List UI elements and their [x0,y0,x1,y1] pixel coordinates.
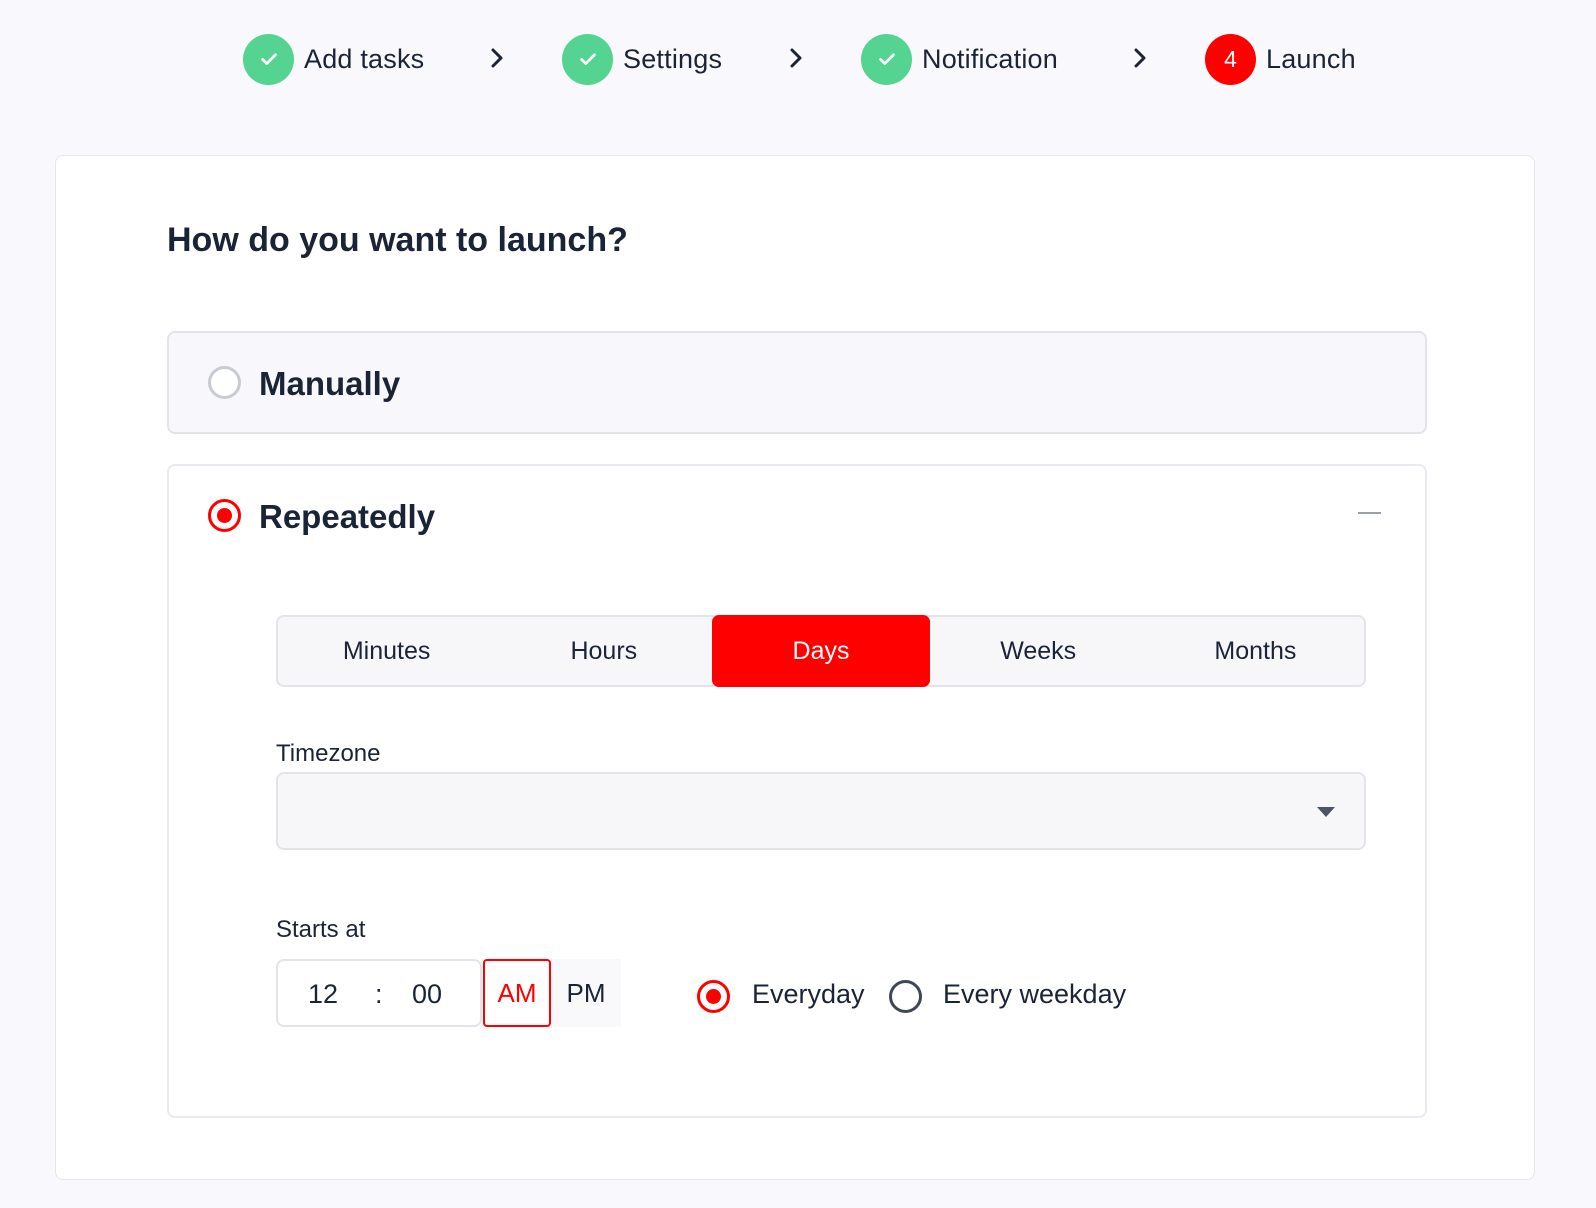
step-number-badge: 4 [1205,33,1256,85]
time-separator: : [375,979,383,1009]
period-months[interactable]: Months [1147,615,1364,687]
timezone-label: Timezone [276,740,381,767]
step-notification[interactable]: Notification [861,33,1058,85]
period-weeks[interactable]: Weeks [930,615,1147,687]
caret-down-icon [1317,807,1335,817]
time-input: 12 : 00 [276,959,482,1027]
step-label: Launch [1266,43,1356,74]
chevron-right-icon [490,47,504,69]
everyday-label[interactable]: Everyday [752,979,865,1010]
step-label: Notification [922,43,1058,74]
page-title: How do you want to launch? [167,221,628,259]
period-minutes[interactable]: Minutes [278,615,495,687]
am-button[interactable]: AM [483,959,551,1027]
check-icon [861,33,912,85]
step-label: Settings [623,43,723,74]
period-selector: Minutes Hours Days Weeks Months [276,615,1366,687]
check-icon [243,33,294,85]
launch-card: How do you want to launch? Manually Repe… [55,155,1535,1180]
period-hours[interactable]: Hours [495,615,712,687]
step-add-tasks[interactable]: Add tasks [243,33,424,85]
pm-button[interactable]: PM [551,959,621,1027]
hour-input[interactable]: 12 [308,979,338,1010]
option-repeatedly[interactable]: Repeatedly Minutes Hours Days Weeks Mont… [167,464,1427,1118]
repeatedly-radio[interactable] [208,499,241,532]
chevron-right-icon [1133,47,1147,69]
option-label: Manually [259,365,401,402]
option-manually[interactable]: Manually [167,331,1427,434]
every-weekday-label[interactable]: Every weekday [943,979,1126,1010]
stepper: Add tasks Settings Notification 4 Launch [0,0,1596,120]
starts-at-label: Starts at [276,916,366,943]
manually-radio[interactable] [208,366,241,399]
timezone-select[interactable] [276,772,1366,850]
chevron-right-icon [789,47,803,69]
step-settings[interactable]: Settings [562,33,722,85]
period-days[interactable]: Days [712,615,930,687]
check-icon [562,33,613,85]
step-launch[interactable]: 4 Launch [1205,33,1356,85]
step-label: Add tasks [304,43,425,74]
everyday-radio[interactable] [697,980,730,1013]
collapse-icon[interactable] [1358,508,1384,518]
minute-input[interactable]: 00 [412,979,442,1010]
every-weekday-radio[interactable] [889,980,922,1013]
option-label: Repeatedly [259,498,436,535]
